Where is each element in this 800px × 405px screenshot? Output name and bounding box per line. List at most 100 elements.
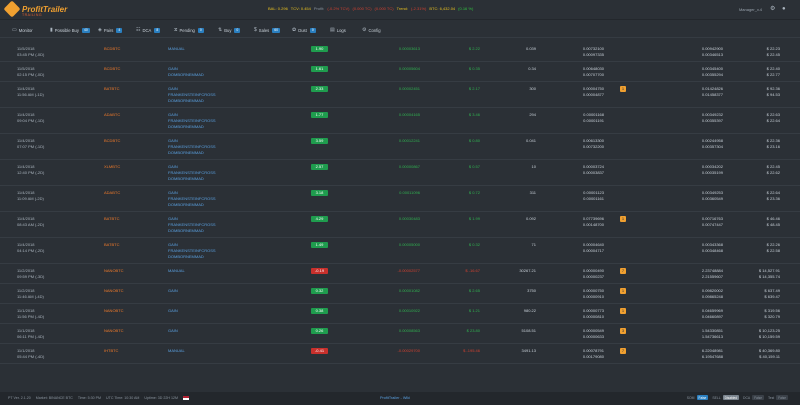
menu-label: Buy	[224, 27, 232, 33]
sale-profit-btc: 0.00008563	[398, 328, 420, 333]
sale-amount: 10	[531, 164, 536, 169]
sale-profit-usd: $ 2.22	[468, 46, 480, 51]
sale-amount: 71	[531, 242, 536, 247]
sale-market[interactable]: BATBTC	[104, 242, 119, 248]
table-row[interactable]: 11/4/2018 11:09 AM (-2D) ADABTC GAIN FRANKEN…	[0, 186, 800, 212]
table-row[interactable]: 11/4/2018 12:40 PM (-2D) XLMBTC GAIN FRANKEN…	[0, 160, 800, 186]
menu-label: Logs	[336, 27, 346, 33]
menu-item-dust[interactable]: ✿ Dust 0	[292, 27, 316, 33]
sale-time: 03:45 PM (-0D)	[17, 52, 45, 57]
table-row[interactable]: 11/4/2018 08:43 AM (-2D) BATBTC GAIN FRANKEN…	[0, 212, 800, 238]
footer-info: PT Ver. 2.1.20 Market: BINANCE BTC Time:…	[8, 396, 193, 401]
menu-item-pairs[interactable]: ◈ Pairs 4	[98, 27, 123, 33]
menu-label: Config	[368, 27, 381, 33]
menu-badge: 60	[272, 27, 281, 33]
sale-profit-usd: $ 0.35	[468, 66, 480, 71]
dca-icon: ☷	[136, 27, 141, 33]
menu-item-buy[interactable]: ⇅ Buy 0	[218, 27, 241, 33]
sale-value-usd: $ 48.45	[766, 222, 780, 227]
toggle-som[interactable]: False	[696, 395, 709, 400]
sale-profit-pct: 1.77	[311, 112, 328, 118]
sale-value-usd: $ 23.36	[766, 196, 780, 201]
sale-profit-btc: -0.00002577	[397, 268, 420, 273]
sale-profit-btc: 0.00002451	[398, 86, 420, 91]
sale-strategy: GAIN	[168, 308, 178, 313]
toggle-test[interactable]: False	[776, 395, 788, 400]
sale-profit-btc: 0.00004165	[398, 112, 420, 117]
sale-amount: 0.092	[525, 216, 536, 221]
header-stat: TCV: 0.454	[290, 6, 311, 11]
sale-time: 07:07 PM (-1D)	[17, 144, 45, 149]
menu-item-logs[interactable]: ▤ Logs	[330, 27, 346, 33]
logo-subtitle: TRAILING	[22, 13, 43, 17]
sale-price: 0.00003837	[582, 170, 604, 175]
menu-label: Monitor	[18, 27, 33, 33]
table-row[interactable]: 11/4/2018 04:14 PM (-2D) BATBTC GAIN FRANKEN…	[0, 238, 800, 264]
sale-price: 0.00004877	[582, 92, 604, 97]
sales-icon: $	[254, 27, 257, 33]
table-row[interactable]: 11/5/2018 02:15 PM (-0D) BCDBTC GAIN DOMBORN…	[0, 62, 800, 82]
footer-wiki-link[interactable]: ProfitTrailer - Wiki	[380, 396, 410, 400]
menu-item-dca[interactable]: ☷ DCA 8	[136, 27, 161, 33]
sale-market[interactable]: XLMBTC	[104, 164, 120, 170]
table-row[interactable]: 11/1/2018 11:56 PM (-4D) NANOBTC GAIN 0.38 0.…	[0, 304, 800, 324]
header-stat: (0.000 TC)	[374, 6, 394, 11]
table-row[interactable]: 11/1/2018 06:11 PM (-4D) NANOBTC GAIN 0.26 0.…	[0, 324, 800, 344]
sale-value-btc: 0.00346513	[701, 52, 723, 57]
sale-time: 02:15 PM (-0D)	[17, 72, 45, 77]
sale-value-usd: $ 22.45	[766, 52, 780, 57]
chart-icon: ▮	[50, 27, 53, 33]
table-row[interactable]: 11/4/2018 11:56 AM (-1D) BATBTC GAIN FRANKEN…	[0, 82, 800, 108]
menu-item-monitor[interactable]: ▭ Monitor	[12, 27, 33, 33]
table-row[interactable]: 11/2/2018 11:46 AM (-4D) NANOBTC GAIN 0.32 0.…	[0, 284, 800, 304]
sale-market[interactable]: NANOBTC	[104, 328, 124, 334]
menu-item-config[interactable]: ⚙ Config	[362, 27, 381, 33]
sale-strategy: MANUAL	[168, 268, 185, 273]
toggle-sell[interactable]: Disabled	[722, 395, 740, 400]
sale-value-btc: 0.01458377	[701, 92, 723, 97]
sale-market[interactable]: BATBTC	[104, 86, 119, 92]
menu-badge: 4	[116, 27, 123, 33]
sale-market[interactable]: ADABTC	[104, 112, 120, 118]
table-row[interactable]: 11/4/2018 07:07 PM (-1D) BCDBTC GAIN FRANKEN…	[0, 134, 800, 160]
dark-mode-icon[interactable]: ●	[782, 6, 788, 12]
sale-strategy: MANUAL	[168, 46, 185, 51]
sale-market[interactable]: ADABTC	[104, 190, 120, 196]
sale-market[interactable]: NANOBTC	[104, 288, 124, 294]
sale-amount: 311	[529, 190, 536, 195]
sale-amount: 300	[529, 86, 536, 91]
sale-market[interactable]: IHTBTC	[104, 348, 118, 354]
settings-icon[interactable]: ⚙	[770, 6, 776, 12]
table-row[interactable]: 11/4/2018 09:04 PM (-1D) ADABTC GAIN FRANKEN…	[0, 108, 800, 134]
sale-market[interactable]: NANOBTC	[104, 268, 124, 274]
table-row[interactable]: 11/5/2018 03:45 PM (-0D) BCDBTC MANUAL 1.90 0…	[0, 42, 800, 62]
sale-profit-usd: $ 2.65	[468, 288, 480, 293]
sale-profit-usd: $ -16.67	[465, 268, 480, 273]
table-row[interactable]: 11/2/2018 09:59 PM (-3D) NANOBTC MANUAL -0.1…	[0, 264, 800, 284]
sale-market[interactable]: BATBTC	[104, 216, 119, 222]
us-flag-icon[interactable]	[182, 396, 189, 401]
menu-item-sales[interactable]: $ Sales 60	[254, 27, 281, 33]
sale-value-btc: 0.00355294	[701, 72, 723, 77]
sale-strategy: DOMBORNEMMAD	[168, 150, 204, 155]
sale-market[interactable]: BCDBTC	[104, 66, 120, 72]
toggle-dca[interactable]: False	[752, 395, 764, 400]
sale-value-btc: 2.21559607	[701, 274, 723, 279]
table-row[interactable]: 11/1/2018 05:44 PM (-4D) IHTBTC MANUAL -0.41…	[0, 344, 800, 364]
sale-profit-usd: $ 3.46	[468, 112, 480, 117]
sale-value-btc: 0.00355397	[701, 118, 723, 123]
sale-market[interactable]: BCDBTC	[104, 46, 120, 52]
sale-profit-btc: -0.00029700	[397, 348, 420, 353]
sale-profit-usd: $ -195.46	[463, 348, 480, 353]
menu-item-possible-buy[interactable]: ▮ Possible Buy 40	[50, 27, 90, 33]
user-name[interactable]: Manager_v.4	[739, 7, 762, 12]
sale-value-usd: $ 22.77	[766, 72, 780, 77]
menu-item-pending[interactable]: ⧖ Pending 0	[174, 27, 204, 33]
footer: PT Ver. 2.1.20 Market: BINANCE BTC Time:…	[0, 392, 800, 405]
sale-market[interactable]: NANOBTC	[104, 308, 124, 314]
sale-amount: 30267.21	[519, 268, 536, 273]
header-stat: BTC: 6,432.04	[429, 6, 456, 11]
sale-market[interactable]: BCDBTC	[104, 138, 120, 144]
sale-value-usd: $ 14,355.74	[758, 274, 780, 279]
footer-version: PT Ver. 2.1.20	[8, 396, 31, 400]
